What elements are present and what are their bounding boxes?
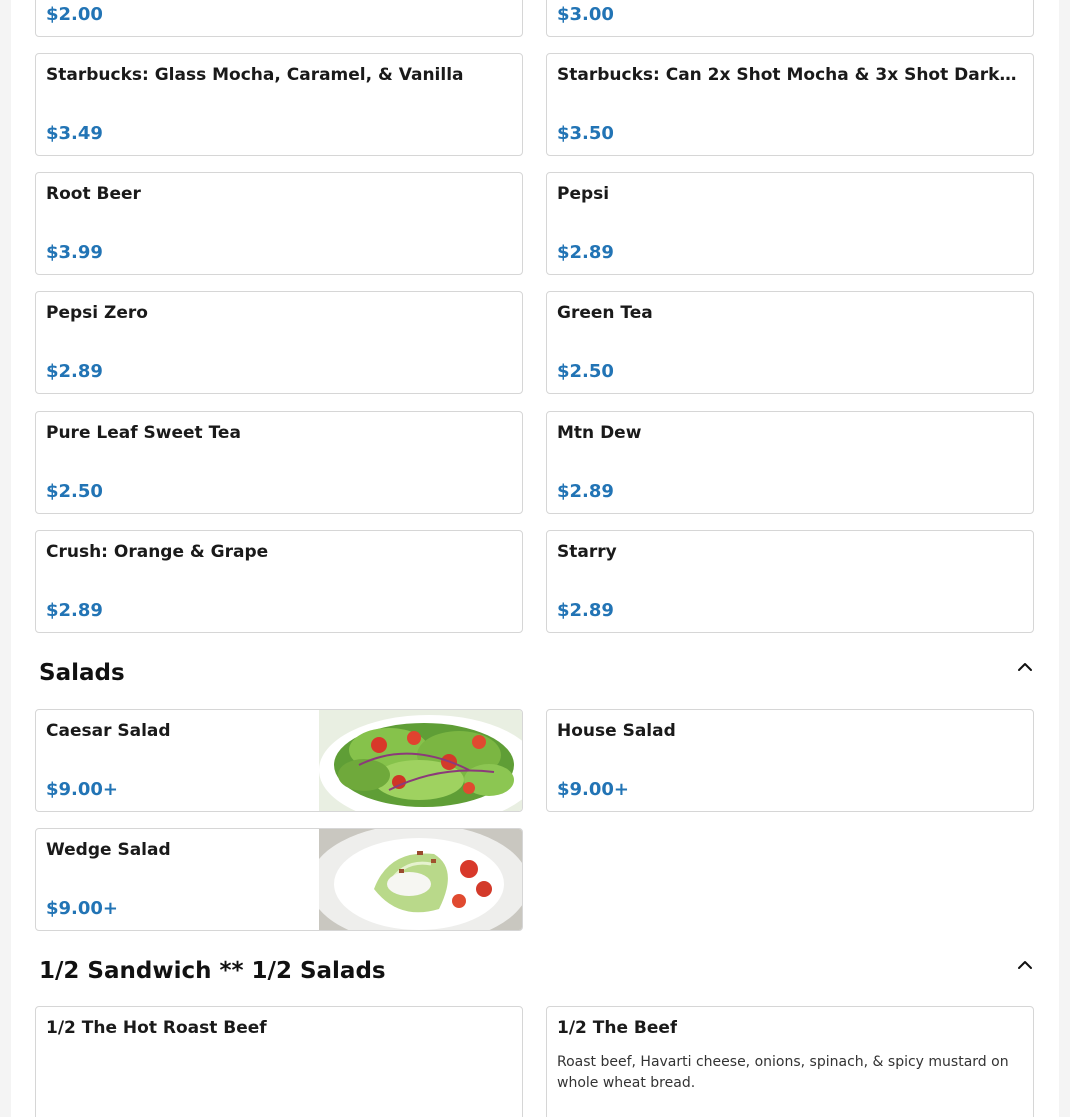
- chevron-up-icon[interactable]: [1017, 662, 1033, 672]
- item-name: Starbucks: Can 2x Shot Mocha & 3x Shot D…: [557, 65, 1019, 85]
- item-name: Green Tea: [557, 303, 653, 323]
- menu-item-card[interactable]: Crush: Orange & Grape $2.89: [35, 530, 523, 633]
- item-price: $3.49: [46, 123, 103, 144]
- item-name: Crush: Orange & Grape: [46, 542, 269, 562]
- item-price: $2.89: [557, 600, 614, 621]
- menu-item-card[interactable]: Pepsi Zero $2.89: [35, 291, 523, 394]
- menu-item-card[interactable]: Starbucks: Can 2x Shot Mocha & 3x Shot D…: [546, 53, 1034, 156]
- menu-item-card[interactable]: Starry $2.89: [546, 530, 1034, 633]
- menu-item-card[interactable]: Starbucks: Glass Mocha, Caramel, & Vanil…: [35, 53, 523, 156]
- item-price: $9.00+: [46, 898, 119, 919]
- menu-item-card[interactable]: Pure Leaf Sweet Tea $2.50: [35, 411, 523, 514]
- item-name: Root Beer: [46, 184, 141, 204]
- item-name: House Salad: [557, 721, 676, 741]
- item-price: $9.00+: [46, 779, 119, 800]
- item-price: $2.89: [557, 242, 614, 263]
- item-name: Caesar Salad: [46, 721, 171, 741]
- menu-item-card[interactable]: Pepsi $2.89: [546, 172, 1034, 275]
- menu-item-card[interactable]: 1/2 The Beef Roast beef, Havarti cheese,…: [546, 1006, 1034, 1117]
- chevron-up-icon[interactable]: [1017, 960, 1033, 970]
- menu-item-card[interactable]: 1/2 The Hot Roast Beef: [35, 1006, 523, 1117]
- item-price: $3.99: [46, 242, 103, 263]
- item-price: $2.00: [46, 4, 103, 25]
- menu-page: $2.00 $3.00 Starbucks: Glass Mocha, Cara…: [11, 0, 1059, 1117]
- menu-item-card[interactable]: House Salad $9.00+: [546, 709, 1034, 812]
- item-name: Starry: [557, 542, 617, 562]
- menu-item-card[interactable]: Mtn Dew $2.89: [546, 411, 1034, 514]
- item-name: Mtn Dew: [557, 423, 642, 443]
- menu-item-card[interactable]: Caesar Salad $9.00+: [35, 709, 523, 812]
- item-price: $2.89: [46, 361, 103, 382]
- item-description: Roast beef, Havarti cheese, onions, spin…: [557, 1054, 1009, 1091]
- menu-item-card[interactable]: Green Tea $2.50: [546, 291, 1034, 394]
- item-price: $2.89: [46, 600, 103, 621]
- item-price: $9.00+: [557, 779, 630, 800]
- item-name: Pepsi Zero: [46, 303, 148, 323]
- item-price: $2.89: [557, 481, 614, 502]
- item-price: $3.00: [557, 4, 614, 25]
- item-name: 1/2 The Hot Roast Beef: [46, 1018, 267, 1038]
- caesar-salad-photo: [319, 710, 522, 811]
- menu-item-card[interactable]: Wedge Salad $9.00+: [35, 828, 523, 931]
- wedge-salad-photo: [319, 829, 522, 930]
- item-name: Pure Leaf Sweet Tea: [46, 423, 241, 443]
- menu-item-card[interactable]: $2.00: [35, 0, 523, 37]
- section-title-salads: Salads: [39, 660, 125, 686]
- item-name: Wedge Salad: [46, 840, 171, 860]
- item-name: Pepsi: [557, 184, 610, 204]
- item-price: $3.50: [557, 123, 614, 144]
- section-title-half-sandwich: 1/2 Sandwich ** 1/2 Salads: [39, 958, 386, 984]
- menu-item-card[interactable]: Root Beer $3.99: [35, 172, 523, 275]
- item-name: 1/2 The Beef: [557, 1018, 678, 1038]
- item-price: $2.50: [46, 481, 103, 502]
- item-price: $2.50: [557, 361, 614, 382]
- menu-item-card[interactable]: $3.00: [546, 0, 1034, 37]
- item-name: Starbucks: Glass Mocha, Caramel, & Vanil…: [46, 65, 464, 85]
